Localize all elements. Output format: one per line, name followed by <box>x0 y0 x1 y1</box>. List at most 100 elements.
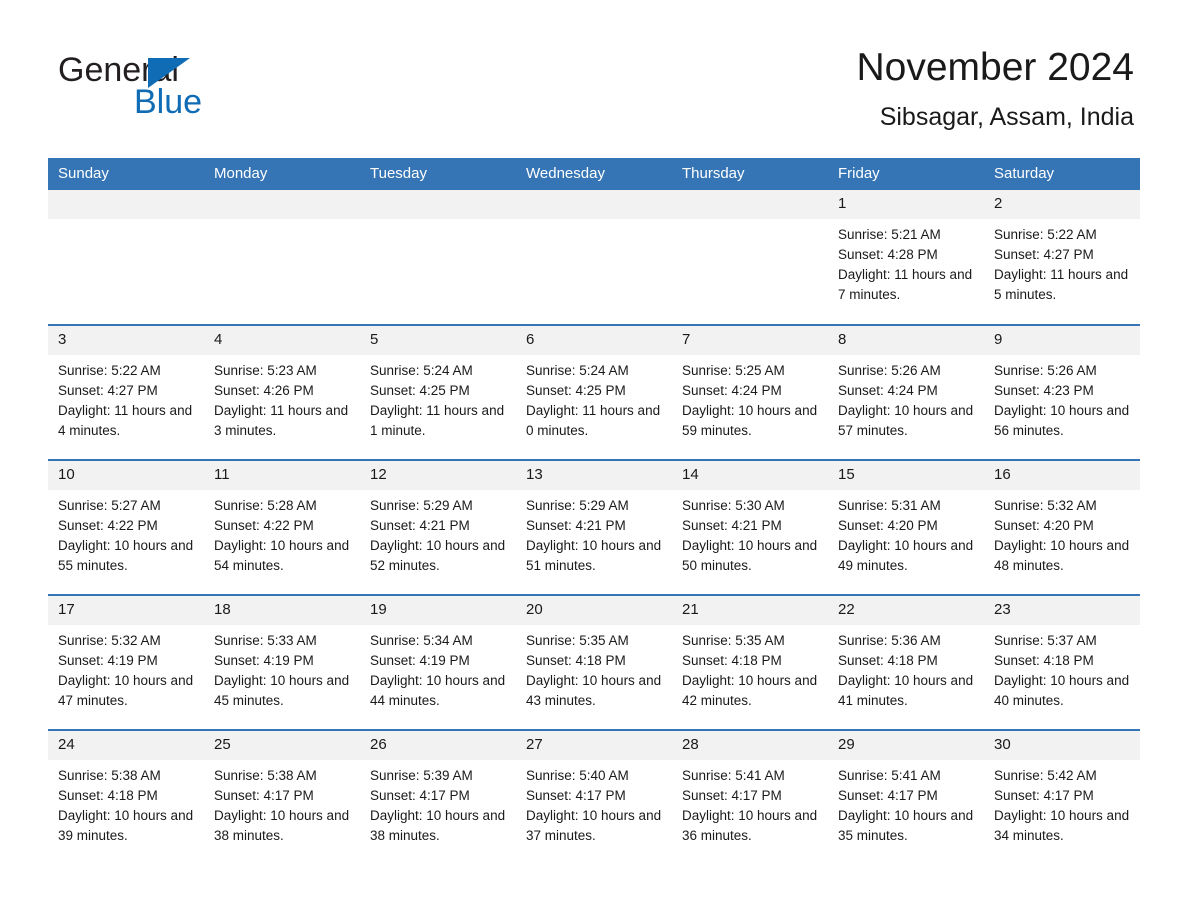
week-row: 3 Sunrise: 5:22 AM Sunset: 4:27 PM Dayli… <box>48 324 1140 460</box>
day-cell[interactable]: 19 Sunrise: 5:34 AM Sunset: 4:19 PM Dayl… <box>360 594 516 730</box>
week-row: 17 Sunrise: 5:32 AM Sunset: 4:19 PM Dayl… <box>48 594 1140 730</box>
calendar-head: Sunday Monday Tuesday Wednesday Thursday… <box>48 158 1140 190</box>
sunset-text: Sunset: 4:28 PM <box>838 247 938 262</box>
day-cell[interactable]: 27 Sunrise: 5:40 AM Sunset: 4:17 PM Dayl… <box>516 729 672 865</box>
day-cell-empty <box>48 190 204 325</box>
day-cell[interactable]: 16 Sunrise: 5:32 AM Sunset: 4:20 PM Dayl… <box>984 459 1140 595</box>
day-info: Sunrise: 5:29 AM Sunset: 4:21 PM Dayligh… <box>516 490 672 576</box>
day-cell[interactable]: 20 Sunrise: 5:35 AM Sunset: 4:18 PM Dayl… <box>516 594 672 730</box>
sunrise-text: Sunrise: 5:32 AM <box>58 633 161 648</box>
sunrise-text: Sunrise: 5:38 AM <box>214 768 317 783</box>
sunset-text: Sunset: 4:21 PM <box>682 518 782 533</box>
day-cell[interactable]: 1 Sunrise: 5:21 AM Sunset: 4:28 PM Dayli… <box>828 190 984 325</box>
day-cell[interactable]: 8 Sunrise: 5:26 AM Sunset: 4:24 PM Dayli… <box>828 324 984 460</box>
daylight-text: Daylight: 10 hours and 51 minutes. <box>526 538 662 573</box>
day-cell[interactable]: 13 Sunrise: 5:29 AM Sunset: 4:21 PM Dayl… <box>516 459 672 595</box>
daylight-text: Daylight: 10 hours and 54 minutes. <box>214 538 350 573</box>
day-cell[interactable]: 5 Sunrise: 5:24 AM Sunset: 4:25 PM Dayli… <box>360 324 516 460</box>
sunrise-text: Sunrise: 5:22 AM <box>58 363 161 378</box>
day-number <box>360 190 516 219</box>
day-cell[interactable]: 15 Sunrise: 5:31 AM Sunset: 4:20 PM Dayl… <box>828 459 984 595</box>
daylight-text: Daylight: 10 hours and 38 minutes. <box>370 808 506 843</box>
sunrise-text: Sunrise: 5:23 AM <box>214 363 317 378</box>
day-cell[interactable]: 30 Sunrise: 5:42 AM Sunset: 4:17 PM Dayl… <box>984 729 1140 865</box>
page-title: November 2024 <box>856 46 1135 89</box>
day-cell[interactable]: 29 Sunrise: 5:41 AM Sunset: 4:17 PM Dayl… <box>828 729 984 865</box>
sunset-text: Sunset: 4:17 PM <box>838 788 938 803</box>
day-info: Sunrise: 5:38 AM Sunset: 4:17 PM Dayligh… <box>204 760 360 846</box>
day-cell[interactable]: 4 Sunrise: 5:23 AM Sunset: 4:26 PM Dayli… <box>204 324 360 460</box>
day-cell[interactable]: 18 Sunrise: 5:33 AM Sunset: 4:19 PM Dayl… <box>204 594 360 730</box>
sunset-text: Sunset: 4:25 PM <box>370 383 470 398</box>
day-cell[interactable]: 10 Sunrise: 5:27 AM Sunset: 4:22 PM Dayl… <box>48 459 204 595</box>
day-number: 27 <box>516 731 672 760</box>
sunrise-text: Sunrise: 5:34 AM <box>370 633 473 648</box>
day-number: 25 <box>204 731 360 760</box>
daylight-text: Daylight: 10 hours and 37 minutes. <box>526 808 662 843</box>
sunset-text: Sunset: 4:27 PM <box>58 383 158 398</box>
sunset-text: Sunset: 4:21 PM <box>370 518 470 533</box>
daylight-text: Daylight: 10 hours and 55 minutes. <box>58 538 194 573</box>
day-number: 10 <box>48 461 204 490</box>
sunrise-text: Sunrise: 5:42 AM <box>994 768 1097 783</box>
daylight-text: Daylight: 11 hours and 3 minutes. <box>214 403 349 438</box>
sunrise-text: Sunrise: 5:38 AM <box>58 768 161 783</box>
day-cell[interactable]: 6 Sunrise: 5:24 AM Sunset: 4:25 PM Dayli… <box>516 324 672 460</box>
day-cell[interactable]: 25 Sunrise: 5:38 AM Sunset: 4:17 PM Dayl… <box>204 729 360 865</box>
sunset-text: Sunset: 4:17 PM <box>682 788 782 803</box>
page-header: General Blue November 2024 Sibsagar, Ass… <box>0 0 1188 131</box>
sunrise-text: Sunrise: 5:39 AM <box>370 768 473 783</box>
day-cell[interactable]: 9 Sunrise: 5:26 AM Sunset: 4:23 PM Dayli… <box>984 324 1140 460</box>
day-info: Sunrise: 5:32 AM Sunset: 4:19 PM Dayligh… <box>48 625 204 711</box>
weekday-header-tuesday: Tuesday <box>360 158 516 190</box>
sunset-text: Sunset: 4:18 PM <box>682 653 782 668</box>
day-number: 1 <box>828 190 984 219</box>
daylight-text: Daylight: 10 hours and 50 minutes. <box>682 538 818 573</box>
day-number: 16 <box>984 461 1140 490</box>
day-info: Sunrise: 5:22 AM Sunset: 4:27 PM Dayligh… <box>48 355 204 441</box>
sunrise-text: Sunrise: 5:29 AM <box>370 498 473 513</box>
day-cell[interactable]: 11 Sunrise: 5:28 AM Sunset: 4:22 PM Dayl… <box>204 459 360 595</box>
day-cell[interactable]: 23 Sunrise: 5:37 AM Sunset: 4:18 PM Dayl… <box>984 594 1140 730</box>
daylight-text: Daylight: 10 hours and 42 minutes. <box>682 673 818 708</box>
sunrise-text: Sunrise: 5:33 AM <box>214 633 317 648</box>
daylight-text: Daylight: 10 hours and 56 minutes. <box>994 403 1130 438</box>
day-cell[interactable]: 14 Sunrise: 5:30 AM Sunset: 4:21 PM Dayl… <box>672 459 828 595</box>
day-number: 11 <box>204 461 360 490</box>
day-cell[interactable]: 7 Sunrise: 5:25 AM Sunset: 4:24 PM Dayli… <box>672 324 828 460</box>
weekday-header-sunday: Sunday <box>48 158 204 190</box>
sunrise-text: Sunrise: 5:31 AM <box>838 498 941 513</box>
day-cell[interactable]: 21 Sunrise: 5:35 AM Sunset: 4:18 PM Dayl… <box>672 594 828 730</box>
day-number <box>48 190 204 219</box>
day-number: 17 <box>48 596 204 625</box>
day-number <box>672 190 828 219</box>
day-cell[interactable]: 26 Sunrise: 5:39 AM Sunset: 4:17 PM Dayl… <box>360 729 516 865</box>
day-cell[interactable]: 28 Sunrise: 5:41 AM Sunset: 4:17 PM Dayl… <box>672 729 828 865</box>
day-number: 5 <box>360 326 516 355</box>
day-cell[interactable]: 24 Sunrise: 5:38 AM Sunset: 4:18 PM Dayl… <box>48 729 204 865</box>
sunrise-text: Sunrise: 5:24 AM <box>370 363 473 378</box>
week-row: 10 Sunrise: 5:27 AM Sunset: 4:22 PM Dayl… <box>48 459 1140 595</box>
sunset-text: Sunset: 4:23 PM <box>994 383 1094 398</box>
day-cell[interactable]: 12 Sunrise: 5:29 AM Sunset: 4:21 PM Dayl… <box>360 459 516 595</box>
sunset-text: Sunset: 4:17 PM <box>370 788 470 803</box>
brand-logo[interactable]: General Blue <box>58 52 318 120</box>
day-number: 4 <box>204 326 360 355</box>
sunrise-text: Sunrise: 5:28 AM <box>214 498 317 513</box>
day-info: Sunrise: 5:38 AM Sunset: 4:18 PM Dayligh… <box>48 760 204 846</box>
day-cell[interactable]: 2 Sunrise: 5:22 AM Sunset: 4:27 PM Dayli… <box>984 190 1140 325</box>
day-cell[interactable]: 22 Sunrise: 5:36 AM Sunset: 4:18 PM Dayl… <box>828 594 984 730</box>
sunset-text: Sunset: 4:18 PM <box>838 653 938 668</box>
daylight-text: Daylight: 10 hours and 43 minutes. <box>526 673 662 708</box>
sunset-text: Sunset: 4:18 PM <box>526 653 626 668</box>
location-subtitle: Sibsagar, Assam, India <box>879 103 1134 131</box>
day-cell[interactable]: 17 Sunrise: 5:32 AM Sunset: 4:19 PM Dayl… <box>48 594 204 730</box>
sunset-text: Sunset: 4:26 PM <box>214 383 314 398</box>
sunset-text: Sunset: 4:20 PM <box>838 518 938 533</box>
day-number <box>204 190 360 219</box>
day-cell-empty <box>516 190 672 325</box>
calendar-table: Sunday Monday Tuesday Wednesday Thursday… <box>48 158 1140 865</box>
sunrise-text: Sunrise: 5:24 AM <box>526 363 629 378</box>
day-cell[interactable]: 3 Sunrise: 5:22 AM Sunset: 4:27 PM Dayli… <box>48 324 204 460</box>
daylight-text: Daylight: 10 hours and 52 minutes. <box>370 538 506 573</box>
